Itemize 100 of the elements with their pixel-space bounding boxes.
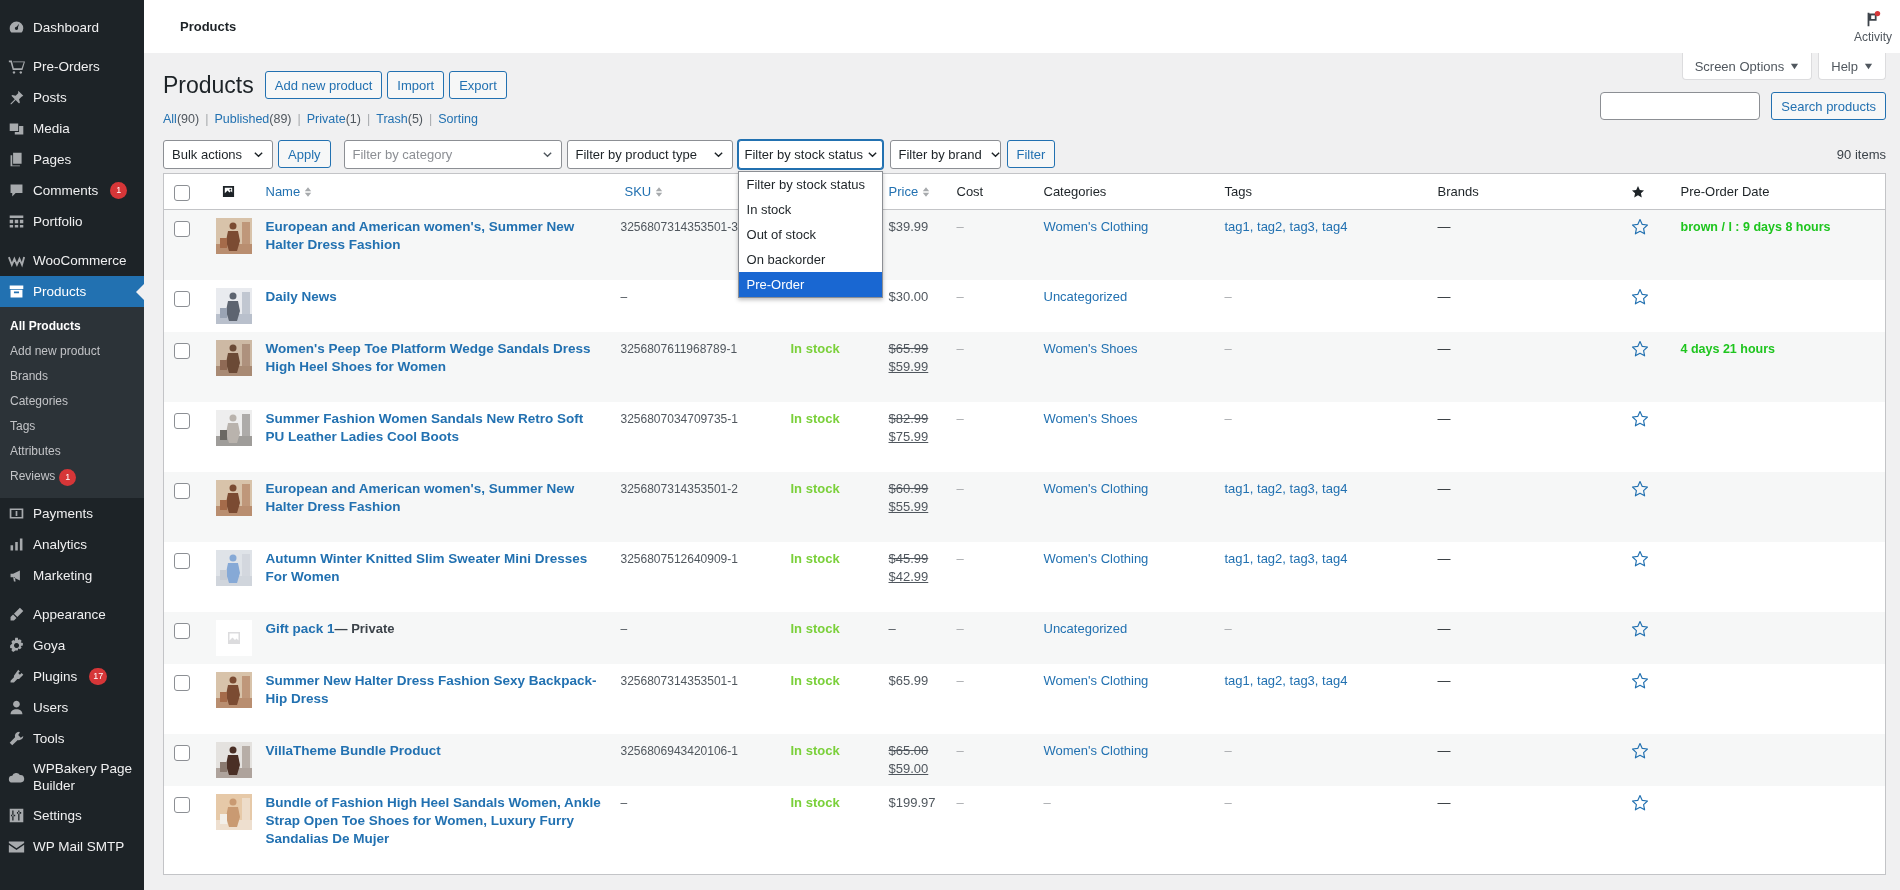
star-icon[interactable] bbox=[1630, 218, 1649, 236]
menu-item[interactable]: Comments 1 bbox=[0, 175, 144, 206]
star-icon[interactable] bbox=[1630, 672, 1649, 690]
product-name-link[interactable]: Summer Fashion Women Sandals New Retro Soft PU Leather Ladies Cool Boots bbox=[265, 410, 605, 446]
menu-item[interactable]: Payments bbox=[0, 498, 144, 529]
dropdown-option[interactable]: Filter by stock status bbox=[738, 171, 882, 197]
menu-item[interactable]: Appearance bbox=[0, 599, 144, 630]
menu-item[interactable]: Dashboard bbox=[0, 12, 144, 43]
checkbox[interactable] bbox=[174, 675, 190, 691]
checkbox[interactable] bbox=[174, 343, 190, 359]
column-header[interactable]: Name bbox=[265, 184, 313, 199]
category-link[interactable]: Women's Clothing bbox=[1043, 219, 1149, 234]
submenu-item[interactable]: Brands bbox=[0, 364, 144, 389]
category-link[interactable]: Women's Clothing bbox=[1043, 673, 1149, 688]
submenu-item[interactable]: Tags bbox=[0, 414, 144, 439]
menu-item[interactable]: Goya bbox=[0, 630, 144, 661]
screen-tab[interactable]: Screen Options bbox=[1681, 53, 1813, 80]
tags-link[interactable]: tag1, tag2, tag3, tag4 bbox=[1224, 219, 1348, 234]
category-link[interactable]: Women's Clothing bbox=[1043, 481, 1149, 496]
menu-item[interactable]: WPBakery Page Builder bbox=[0, 754, 144, 800]
product-name-link[interactable]: Bundle of Fashion High Heel Sandals Women, Ankle Strap Open Toe Shoes for Women, Luxury Furry Sandalias De Mujer bbox=[265, 794, 605, 848]
product-name-link[interactable]: Summer New Halter Dress Fashion Sexy Backpack-Hip Dress bbox=[265, 672, 605, 708]
category-link[interactable]: Women's Clothing bbox=[1043, 551, 1149, 566]
caret-icon bbox=[1864, 61, 1873, 71]
checkbox[interactable] bbox=[174, 413, 190, 429]
action-button[interactable]: Import bbox=[387, 71, 445, 99]
dropdown[interactable]: Filter by brand bbox=[889, 139, 1001, 169]
screen-tab[interactable]: Help bbox=[1818, 53, 1886, 80]
menu-item[interactable]: WooCommerce bbox=[0, 245, 144, 276]
submenu-item[interactable]: Attributes bbox=[0, 439, 144, 464]
star-icon[interactable] bbox=[1630, 288, 1649, 306]
view-link[interactable]: Sorting bbox=[438, 112, 478, 126]
toolbar-button[interactable]: Filter bbox=[1006, 140, 1056, 168]
action-button[interactable]: Export bbox=[449, 71, 507, 99]
category-link[interactable]: Women's Shoes bbox=[1043, 411, 1138, 426]
tags-link[interactable]: tag1, tag2, tag3, tag4 bbox=[1224, 551, 1348, 566]
action-button[interactable]: Add new product bbox=[264, 71, 383, 99]
sort-icon bbox=[655, 185, 664, 198]
checkbox[interactable] bbox=[174, 797, 190, 813]
menu-item[interactable]: Pages bbox=[0, 144, 144, 175]
checkbox[interactable] bbox=[174, 185, 190, 201]
tags-link[interactable]: tag1, tag2, tag3, tag4 bbox=[1224, 481, 1348, 496]
toolbar-button[interactable]: Apply bbox=[278, 140, 331, 168]
checkbox[interactable] bbox=[174, 553, 190, 569]
star-icon[interactable] bbox=[1630, 550, 1649, 568]
menu-item[interactable]: Users bbox=[0, 692, 144, 723]
dropdown[interactable]: Bulk actions bbox=[163, 139, 273, 169]
checkbox[interactable] bbox=[174, 221, 190, 237]
view-link[interactable]: Published(89) bbox=[214, 112, 292, 126]
star-icon[interactable] bbox=[1630, 340, 1649, 358]
brands-text: — bbox=[1437, 551, 1451, 566]
checkbox[interactable] bbox=[174, 745, 190, 761]
star-icon[interactable] bbox=[1630, 480, 1649, 498]
category-link[interactable]: Women's Clothing bbox=[1043, 743, 1149, 758]
product-name-link[interactable]: Gift pack 1 bbox=[265, 620, 335, 638]
checkbox[interactable] bbox=[174, 483, 190, 499]
page-title: Products bbox=[180, 19, 237, 34]
dropdown[interactable]: Filter by stock status bbox=[737, 139, 883, 169]
product-name-link[interactable]: VillaTheme Bundle Product bbox=[265, 742, 441, 760]
view-link[interactable]: Private(1) bbox=[306, 112, 361, 126]
product-name-link[interactable]: Daily News bbox=[265, 288, 337, 306]
star-icon[interactable] bbox=[1630, 620, 1649, 638]
submenu-item[interactable]: Categories bbox=[0, 389, 144, 414]
activity-button[interactable]: Activity bbox=[1846, 3, 1900, 50]
dropdown-option[interactable]: In stock bbox=[738, 196, 882, 222]
menu-item[interactable]: Posts bbox=[0, 82, 144, 113]
column-header[interactable]: SKU bbox=[624, 184, 664, 199]
dropdown-option[interactable]: Pre-Order bbox=[738, 271, 882, 297]
search-button[interactable]: Search products bbox=[1771, 92, 1886, 120]
menu-item[interactable]: Plugins 17 bbox=[0, 661, 144, 692]
menu-item[interactable]: Products bbox=[0, 276, 144, 307]
checkbox[interactable] bbox=[174, 623, 190, 639]
menu-item[interactable]: Media bbox=[0, 113, 144, 144]
dropdown-option[interactable]: On backorder bbox=[738, 246, 882, 272]
dropdown[interactable]: Filter by product type bbox=[566, 139, 733, 169]
star-icon[interactable] bbox=[1630, 410, 1649, 428]
checkbox[interactable] bbox=[174, 291, 190, 307]
menu-item[interactable]: Tools bbox=[0, 723, 144, 754]
submenu-item[interactable]: All Products bbox=[0, 314, 144, 339]
star-icon[interactable] bbox=[1630, 794, 1649, 812]
view-link[interactable]: Trash(5) bbox=[376, 112, 423, 126]
product-name-link[interactable]: Autumn Winter Knitted Slim Sweater Mini Dresses For Women bbox=[265, 550, 605, 586]
menu-item[interactable]: Settings bbox=[0, 800, 144, 831]
bar-chart-icon bbox=[8, 536, 25, 553]
tags-link[interactable]: tag1, tag2, tag3, tag4 bbox=[1224, 673, 1348, 688]
search-field[interactable] bbox=[1600, 92, 1761, 120]
category-link[interactable]: Women's Shoes bbox=[1043, 341, 1138, 356]
submenu-item[interactable]: Reviews 1 bbox=[0, 464, 144, 490]
menu-item[interactable]: Marketing bbox=[0, 560, 144, 591]
dropdown-option[interactable]: Out of stock bbox=[738, 221, 882, 247]
column-header[interactable]: Price bbox=[888, 184, 931, 199]
category-link[interactable]: Uncategorized bbox=[1043, 621, 1128, 636]
submenu-item[interactable]: Add new product bbox=[0, 339, 144, 364]
menu-item[interactable]: Pre-Orders bbox=[0, 51, 144, 82]
category-link[interactable]: Uncategorized bbox=[1043, 289, 1128, 304]
menu-item[interactable]: WP Mail SMTP bbox=[0, 831, 144, 862]
menu-item[interactable]: Analytics bbox=[0, 529, 144, 560]
menu-item[interactable]: Portfolio bbox=[0, 206, 144, 237]
view-link[interactable]: All(90) bbox=[163, 112, 200, 126]
star-icon[interactable] bbox=[1630, 742, 1649, 760]
